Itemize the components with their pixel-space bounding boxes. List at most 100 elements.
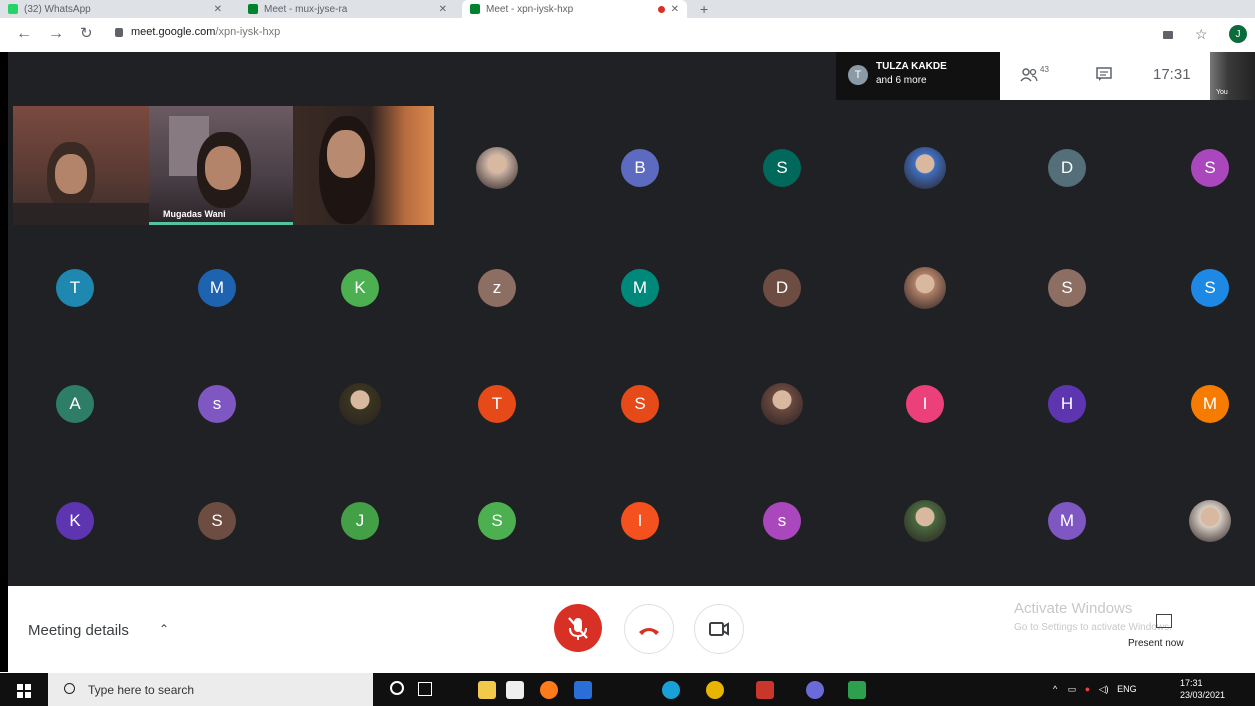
person-face [205,146,241,190]
participant-avatar[interactable]: S [1048,269,1086,307]
chrome-icon[interactable] [706,681,724,699]
participant-avatar[interactable]: T [56,269,94,307]
system-tray[interactable]: ^ ▭ ● ◁) ENG [1053,684,1137,695]
participant-photo-avatar[interactable] [904,500,946,542]
participant-avatar[interactable]: B [621,149,659,187]
participant-photo-avatar[interactable] [1189,500,1231,542]
participant-photo-avatar[interactable] [339,383,381,425]
taskbar-search[interactable]: Type here to search [48,673,373,706]
participant-photo-avatar[interactable] [761,383,803,425]
participant-avatar[interactable]: S [763,149,801,187]
tab-meet-2[interactable]: Meet - xpn-iysk-hxp ✕ [462,0,687,18]
meet-icon [248,4,258,14]
participant-avatar[interactable]: M [1048,502,1086,540]
participant-avatar[interactable]: M [198,269,236,307]
lock-icon [115,27,123,37]
present-screen-icon[interactable] [1156,614,1172,628]
participant-avatar[interactable]: K [56,502,94,540]
language-indicator[interactable]: ENG [1117,684,1137,694]
firefox-icon[interactable] [540,681,558,699]
participant-avatar[interactable]: D [763,269,801,307]
participant-photo-avatar[interactable] [904,147,946,189]
participant-avatar[interactable]: M [621,269,659,307]
participant-avatar[interactable]: s [763,502,801,540]
participant-avatar[interactable]: z [478,269,516,307]
participant-avatar[interactable]: I [906,385,944,423]
store-icon[interactable] [506,681,524,699]
participant-avatar[interactable]: J [341,502,379,540]
profile-avatar[interactable]: J [1229,25,1247,43]
microphone-toggle-button[interactable] [554,604,602,652]
participant-avatar[interactable]: K [341,269,379,307]
speaker-avatar: T [848,65,868,85]
edge-icon[interactable] [662,681,680,699]
search-icon [64,683,75,694]
taskbar-time: 17:31 [1180,678,1203,688]
participant-avatar[interactable]: I [621,502,659,540]
participant-avatar[interactable]: M [1191,385,1229,423]
close-icon[interactable]: ✕ [439,4,447,15]
meeting-clock: 17:31 [1153,66,1191,83]
tab-meet-1[interactable]: Meet - mux-jyse-ra ✕ [240,0,455,18]
tab-whatsapp[interactable]: (32) WhatsApp ✕ [0,0,230,18]
new-tab-button[interactable]: + [700,0,720,18]
meet-top-bar: 43 17:31 [1000,52,1216,100]
meeting-details-button[interactable]: Meeting details [28,622,129,639]
powerpoint-icon[interactable] [756,681,774,699]
browser-tab-strip: (32) WhatsApp ✕ Meet - mux-jyse-ra ✕ Mee… [0,0,1255,18]
video-tile[interactable] [293,106,434,225]
present-now-button[interactable]: Present now [1128,638,1184,649]
camera-toggle-button[interactable] [694,604,744,654]
participant-avatar[interactable]: S [198,502,236,540]
chevron-up-icon[interactable]: ^ [1053,684,1057,694]
cortana-icon[interactable] [390,681,404,695]
back-arrow-icon[interactable]: ← [16,26,32,42]
participant-avatar[interactable]: S [621,385,659,423]
reload-icon[interactable]: ↻ [80,26,93,42]
windows-start-icon[interactable] [17,684,31,698]
chat-icon[interactable] [1096,67,1112,81]
participant-avatar[interactable]: s [198,385,236,423]
task-view-icon[interactable] [418,682,432,696]
download-app-icon[interactable] [848,681,866,699]
tab-title: (32) WhatsApp [24,3,91,15]
participant-count: 43 [1040,65,1049,74]
windows-taskbar: Type here to search ^ ▭ ● ◁) ENG 17:31 2… [0,673,1255,706]
app-icon[interactable] [806,681,824,699]
camera-indicator-icon[interactable] [1163,31,1173,39]
close-icon[interactable]: ✕ [214,4,222,15]
url-path: /xpn-iysk-hxp [215,26,281,38]
people-icon[interactable] [1020,68,1038,82]
chevron-up-icon[interactable]: ⌃ [159,622,169,636]
file-explorer-icon[interactable] [478,681,496,699]
participant-avatar[interactable]: S [1191,269,1229,307]
leave-call-button[interactable] [624,604,674,654]
participant-avatar[interactable]: S [478,502,516,540]
meet-icon [470,4,480,14]
mail-icon[interactable] [574,681,592,699]
video-tile[interactable]: Mugadas Wani [149,106,293,225]
participant-avatar[interactable]: S [1191,149,1229,187]
network-icon[interactable]: ▭ [1068,684,1077,694]
tab-title: Meet - mux-jyse-ra [264,3,348,15]
close-icon[interactable]: ✕ [671,4,679,15]
search-placeholder: Type here to search [88,683,195,697]
activate-windows-title: Activate Windows [1014,600,1133,617]
forward-arrow-icon[interactable]: → [48,26,64,42]
antivirus-icon[interactable]: ● [1085,684,1090,694]
volume-icon[interactable]: ◁) [1099,684,1109,694]
video-tile[interactable] [13,106,153,225]
address-bar[interactable]: meet.google.com/xpn-iysk-hxp [115,26,280,38]
tab-title: Meet - xpn-iysk-hxp [486,3,574,15]
star-icon[interactable]: ☆ [1195,26,1208,43]
participant-photo-avatar[interactable] [476,147,518,189]
participant-photo-avatar[interactable] [904,267,946,309]
hang-up-icon [639,628,659,635]
participant-avatar[interactable]: H [1048,385,1086,423]
self-view-tile[interactable]: You [1210,52,1255,100]
mic-off-icon [568,617,588,640]
participant-avatar[interactable]: T [478,385,516,423]
self-label: You [1216,89,1228,96]
participant-avatar[interactable]: D [1048,149,1086,187]
participant-avatar[interactable]: A [56,385,94,423]
